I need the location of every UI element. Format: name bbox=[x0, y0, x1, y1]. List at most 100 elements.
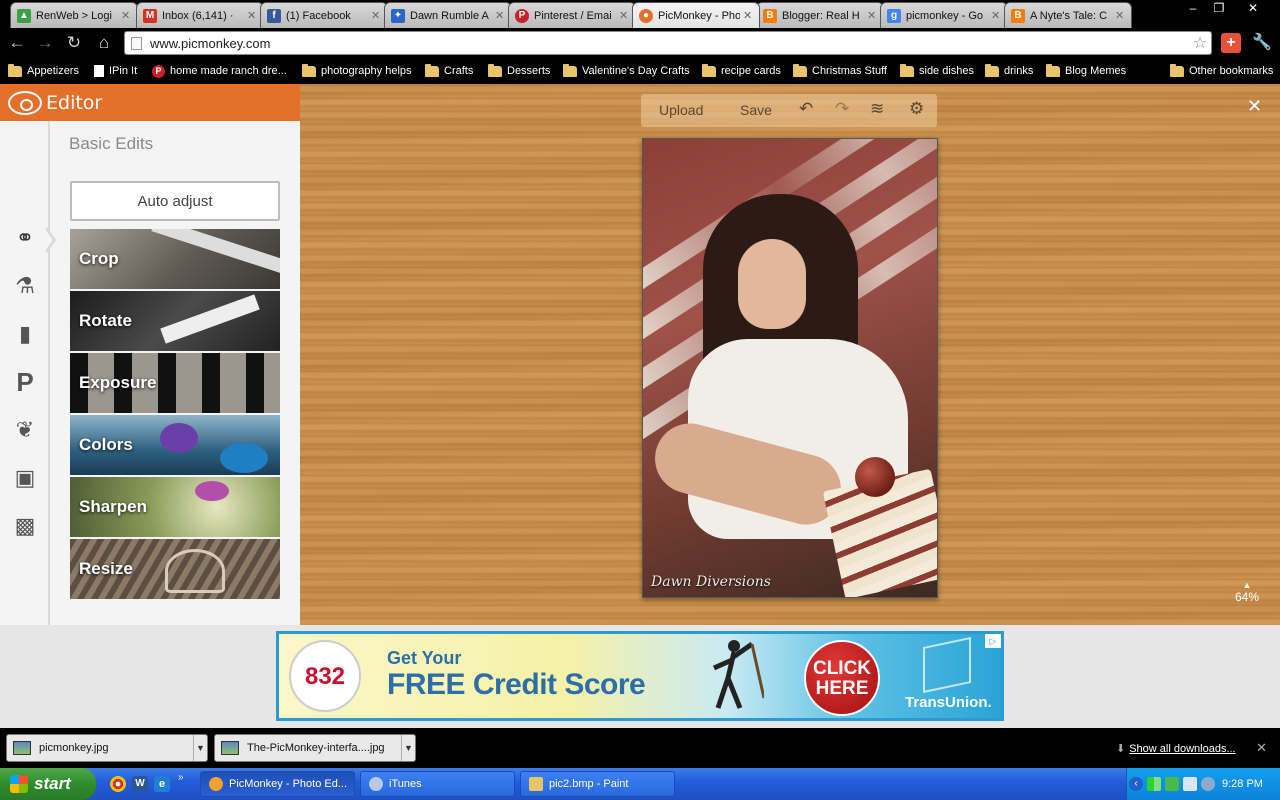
folder-icon bbox=[8, 63, 22, 77]
network-icon[interactable] bbox=[1183, 777, 1197, 791]
security-icon[interactable] bbox=[1165, 777, 1179, 791]
tab-renweb[interactable]: ▲ RenWeb > Logi ✕ bbox=[10, 2, 138, 28]
forward-arrow-icon[interactable]: → bbox=[34, 32, 56, 54]
window-close-icon[interactable]: ✕ bbox=[1240, 0, 1266, 18]
caret-up-icon[interactable]: ▲ bbox=[1232, 581, 1262, 590]
bookmark-ranch-dressing[interactable]: Phome made ranch dre... bbox=[152, 63, 287, 79]
tool-category-rail: ⚭ ⚗ ▮ P ❦ ▣ ▩ bbox=[0, 121, 50, 625]
task-paint[interactable]: pic2.bmp - Paint bbox=[520, 771, 675, 797]
quick-launch-chevron-icon[interactable]: » bbox=[178, 772, 188, 788]
internet-explorer-icon[interactable]: e bbox=[154, 776, 170, 792]
volume-icon[interactable] bbox=[1201, 777, 1215, 791]
task-itunes[interactable]: iTunes bbox=[360, 771, 515, 797]
close-icon[interactable]: ✕ bbox=[371, 9, 381, 22]
bookmark-label: IPin It bbox=[109, 65, 138, 77]
touch-up-lipstick-icon[interactable]: ▮ bbox=[10, 319, 40, 349]
overlays-butterfly-icon[interactable]: ❦ bbox=[10, 415, 40, 445]
bookmark-blog-memes[interactable]: Blog Memes bbox=[1046, 63, 1126, 79]
bookmark-recipe-cards[interactable]: recipe cards bbox=[702, 63, 781, 79]
tab-pinterest[interactable]: P Pinterest / Emai ✕ bbox=[508, 2, 636, 28]
rotate-tool-tile[interactable]: Rotate bbox=[70, 291, 280, 351]
close-icon[interactable]: ✕ bbox=[1256, 740, 1267, 756]
task-label: pic2.bmp - Paint bbox=[549, 778, 629, 790]
close-icon[interactable]: ✕ bbox=[1247, 96, 1262, 117]
signal-icon[interactable] bbox=[1147, 777, 1161, 791]
task-picmonkey[interactable]: PicMonkey - Photo Ed... bbox=[200, 771, 355, 797]
tab-blogger[interactable]: B Blogger: Real H ✕ bbox=[756, 2, 884, 28]
task-label: PicMonkey - Photo Ed... bbox=[229, 778, 347, 790]
basic-edits-icon[interactable]: ⚭ bbox=[10, 223, 40, 253]
star-icon[interactable]: ☆ bbox=[1189, 33, 1211, 53]
sharpen-tool-tile[interactable]: Sharpen bbox=[70, 477, 280, 537]
ad-choices-icon[interactable]: ▷ bbox=[985, 634, 1001, 648]
zoom-control[interactable]: ▲ 64% bbox=[1232, 581, 1262, 605]
tab-dawn-rumble[interactable]: ✦ Dawn Rumble A ✕ bbox=[384, 2, 512, 28]
chevron-down-icon[interactable]: ▼ bbox=[401, 735, 415, 761]
close-icon[interactable]: ✕ bbox=[495, 9, 505, 22]
home-icon[interactable]: ⌂ bbox=[93, 32, 115, 54]
redo-icon[interactable]: ↷ bbox=[835, 99, 849, 119]
close-icon[interactable]: ✕ bbox=[867, 9, 877, 22]
close-icon[interactable]: ✕ bbox=[743, 9, 753, 22]
wrench-icon[interactable]: 🔧 bbox=[1252, 32, 1272, 52]
word-icon[interactable]: W bbox=[132, 776, 148, 792]
folder-icon bbox=[1046, 63, 1060, 77]
close-icon[interactable]: ✕ bbox=[991, 9, 1001, 22]
folder-icon bbox=[702, 63, 716, 77]
close-icon[interactable]: ✕ bbox=[121, 9, 131, 22]
close-icon[interactable]: ✕ bbox=[1115, 9, 1125, 22]
transunion-ad-banner[interactable]: 832 Get Your FREE Credit Score CLICK HER… bbox=[276, 631, 1004, 721]
windows-taskbar: start W e » PicMonkey - Photo Ed... iTun… bbox=[0, 768, 1280, 800]
bookmark-christmas-stuff[interactable]: Christmas Stuff bbox=[793, 63, 887, 79]
auto-adjust-button[interactable]: Auto adjust bbox=[70, 181, 280, 221]
bookmark-side-dishes[interactable]: side dishes bbox=[900, 63, 974, 79]
tab-google[interactable]: g picmonkey - Go ✕ bbox=[880, 2, 1008, 28]
start-button[interactable]: start bbox=[0, 768, 96, 800]
extension-plus-icon[interactable]: + bbox=[1221, 33, 1241, 53]
back-arrow-icon[interactable]: ← bbox=[6, 32, 28, 54]
frames-icon[interactable]: ▣ bbox=[10, 463, 40, 493]
undo-icon[interactable]: ↶ bbox=[799, 99, 813, 119]
bookmark-photography-helps[interactable]: photography helps bbox=[302, 63, 412, 79]
chevron-down-icon[interactable]: ▼ bbox=[193, 735, 207, 761]
show-all-label: Show all downloads... bbox=[1129, 743, 1236, 755]
text-p-icon[interactable]: P bbox=[10, 367, 40, 397]
photo-canvas[interactable]: Dawn Diversions bbox=[642, 138, 938, 598]
chrome-icon[interactable] bbox=[110, 776, 126, 792]
textures-icon[interactable]: ▩ bbox=[10, 511, 40, 541]
tab-nytes-tale[interactable]: B A Nyte's Tale: C ✕ bbox=[1004, 2, 1132, 28]
download-item[interactable]: picmonkey.jpg ▼ bbox=[6, 734, 208, 762]
close-icon[interactable]: ✕ bbox=[619, 9, 629, 22]
effects-flask-icon[interactable]: ⚗ bbox=[10, 271, 40, 301]
bookmark-other-bookmarks[interactable]: Other bookmarks bbox=[1170, 63, 1273, 79]
tab-facebook[interactable]: f (1) Facebook ✕ bbox=[260, 2, 388, 28]
crop-tool-tile[interactable]: Crop bbox=[70, 229, 280, 289]
tab-picmonkey[interactable]: ● PicMonkey - Pho ✕ bbox=[632, 2, 760, 28]
restore-icon[interactable]: ❐ bbox=[1206, 0, 1232, 18]
bookmark-ipin-it[interactable]: IPin It bbox=[94, 63, 137, 79]
reload-icon[interactable]: ↻ bbox=[63, 32, 85, 54]
url-text[interactable]: www.picmonkey.com bbox=[150, 36, 1189, 51]
save-button[interactable]: Save bbox=[740, 102, 772, 118]
bookmark-appetizers[interactable]: Appetizers bbox=[8, 63, 79, 79]
colors-tool-tile[interactable]: Colors bbox=[70, 415, 280, 475]
layers-icon[interactable]: ≋ bbox=[870, 99, 884, 119]
tray-expand-icon[interactable]: ‹ bbox=[1129, 777, 1143, 791]
tab-title: Dawn Rumble A bbox=[410, 9, 489, 22]
click-here-button[interactable]: CLICK HERE bbox=[804, 640, 880, 716]
bookmark-drinks[interactable]: drinks bbox=[985, 63, 1033, 79]
upload-button[interactable]: Upload bbox=[659, 102, 703, 118]
exposure-tool-tile[interactable]: Exposure bbox=[70, 353, 280, 413]
bookmark-label: Appetizers bbox=[27, 65, 79, 77]
bookmark-valentines-crafts[interactable]: Valentine's Day Crafts bbox=[563, 63, 690, 79]
gear-icon[interactable]: ⚙ bbox=[909, 99, 924, 119]
resize-tool-tile[interactable]: Resize bbox=[70, 539, 280, 599]
bookmark-crafts[interactable]: Crafts bbox=[425, 63, 473, 79]
close-icon[interactable]: ✕ bbox=[247, 9, 257, 22]
show-all-downloads-link[interactable]: ⬇ Show all downloads... bbox=[1116, 742, 1236, 755]
address-bar[interactable]: www.picmonkey.com ☆ bbox=[124, 31, 1212, 55]
download-item[interactable]: The-PicMonkey-interfa....jpg ▼ bbox=[214, 734, 416, 762]
bookmark-desserts[interactable]: Desserts bbox=[488, 63, 550, 79]
minimize-icon[interactable]: – bbox=[1180, 0, 1206, 18]
tab-gmail[interactable]: M Inbox (6,141) · ✕ bbox=[136, 2, 264, 28]
